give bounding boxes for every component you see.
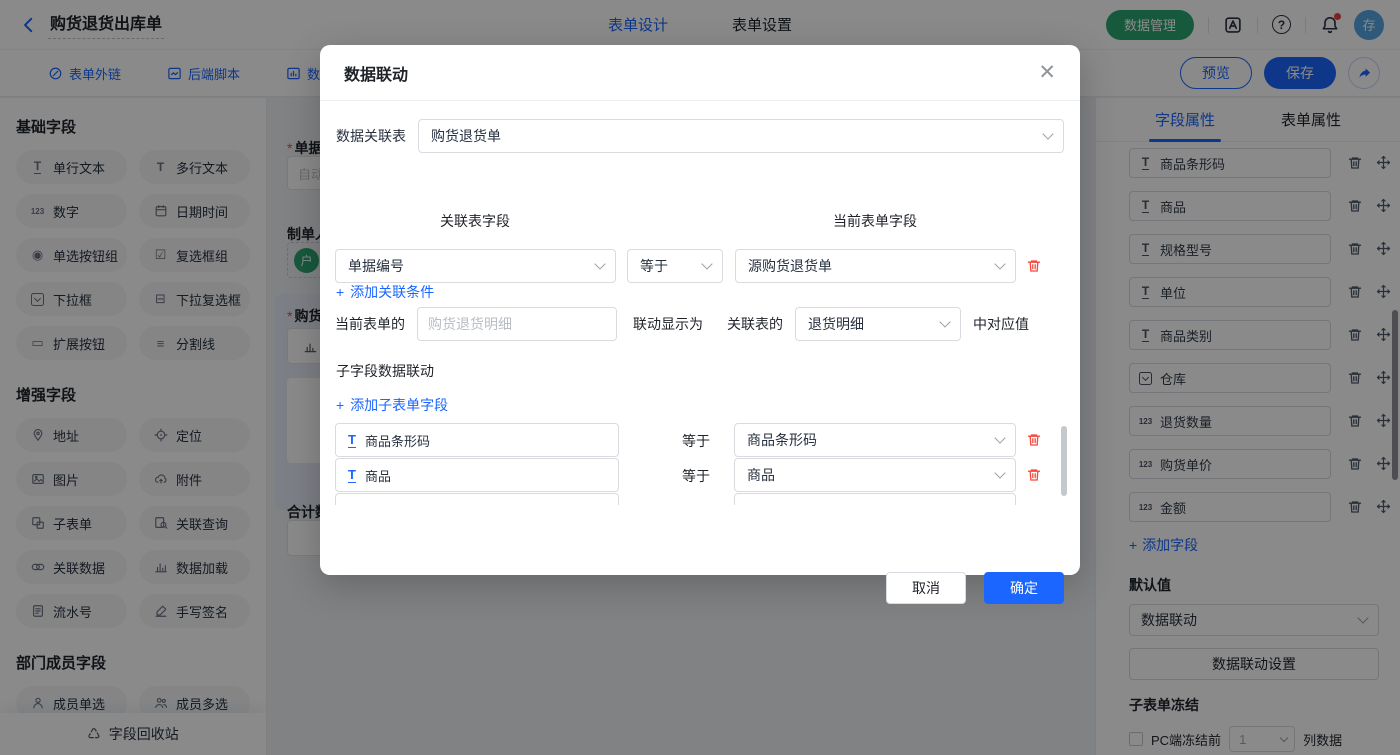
condition-operator-value: 等于: [640, 256, 668, 276]
chevron-down-icon: [1042, 128, 1053, 139]
condition-field-value: 单据编号: [348, 256, 404, 276]
subfield-target-select[interactable]: 商品条形码: [734, 423, 1016, 457]
delete-subfield-icon[interactable]: [1026, 432, 1042, 448]
form-designer-page: 购货退货出库单 表单设计 表单设置 数据管理 ? 存 表单外链: [0, 0, 1400, 755]
plus-icon: +: [336, 397, 344, 413]
modal-footer: 取消 确定: [886, 572, 1064, 604]
relate-table-value: 购货退货单: [431, 126, 501, 146]
subfield-mapping-row: T 商品条形码 等于 商品条形码: [320, 423, 1080, 457]
subfield-target-select[interactable]: 商品: [734, 458, 1016, 492]
add-condition-label: 添加关联条件: [350, 282, 434, 302]
confirm-button[interactable]: 确定: [984, 572, 1064, 604]
subfield-mapping-list: T 商品条形码 等于 商品条形码 T 商品 等于 商品: [320, 423, 1080, 505]
chevron-down-icon: [701, 258, 712, 269]
operator-label: 等于: [682, 466, 710, 486]
cancel-button[interactable]: 取消: [886, 572, 966, 604]
relate-table-label: 数据关联表: [336, 126, 406, 146]
close-icon[interactable]: ✕: [1038, 62, 1056, 83]
relate-table-row: 数据关联表 购货退货单: [336, 119, 1064, 153]
modal-body: 数据关联表 购货退货单 关联表字段 当前表单字段 单据编号 等于 源购货退货单 …: [320, 101, 1080, 575]
condition-target-select[interactable]: 源购货退货单: [735, 249, 1016, 283]
display-link-label: 联动显示为: [633, 314, 703, 334]
display-table-prefix-label: 关联表的: [727, 314, 783, 334]
chevron-down-icon: [994, 467, 1005, 478]
chevron-down-icon: [994, 258, 1005, 269]
condition-field-select[interactable]: 单据编号: [335, 249, 616, 283]
display-setting-row: 当前表单的 联动显示为 关联表的 退货明细 中对应值: [335, 307, 1065, 341]
display-target-select[interactable]: 退货明细: [795, 307, 961, 341]
modal-title: 数据联动: [344, 61, 408, 85]
operator-label: 等于: [682, 431, 710, 451]
subfield-target-value: 商品条形码: [747, 430, 817, 450]
plus-icon: +: [336, 284, 344, 300]
left-column-header: 关联表字段: [440, 211, 510, 231]
modal-scrollbar[interactable]: [1061, 426, 1067, 496]
subfield-source-box[interactable]: T 商品条形码: [335, 423, 619, 457]
single-text-icon: T: [348, 433, 356, 448]
delete-condition-icon[interactable]: [1026, 258, 1042, 274]
subfield-section-title: 子字段数据联动: [336, 361, 434, 381]
add-condition-link[interactable]: + 添加关联条件: [336, 282, 434, 302]
display-field-input[interactable]: [417, 307, 617, 341]
subfield-source-box[interactable]: T 商品: [335, 458, 619, 492]
chevron-down-icon: [594, 258, 605, 269]
right-column-header: 当前表单字段: [833, 211, 917, 231]
modal-header: 数据联动 ✕: [320, 45, 1080, 101]
chevron-down-icon: [939, 316, 950, 327]
chevron-down-icon: [994, 432, 1005, 443]
subfield-mapping-row-clipped: [320, 493, 1080, 505]
condition-target-value: 源购货退货单: [748, 256, 832, 276]
add-subfield-label: 添加子表单字段: [350, 395, 448, 415]
display-target-value: 退货明细: [808, 314, 864, 334]
subfield-mapping-row: T 商品 等于 商品: [320, 458, 1080, 492]
condition-operator-select[interactable]: 等于: [627, 249, 723, 283]
subfield-source-label: 商品条形码: [365, 431, 430, 450]
subfield-target-value: 商品: [747, 465, 775, 485]
subfield-target-select[interactable]: [734, 493, 1016, 505]
subfield-source-label: 商品: [365, 466, 391, 485]
data-linkage-modal: 数据联动 ✕ 数据关联表 购货退货单 关联表字段 当前表单字段 单据编号 等于 …: [320, 45, 1080, 575]
single-text-icon: T: [348, 468, 356, 483]
subfield-source-box[interactable]: [335, 493, 619, 505]
relate-table-select[interactable]: 购货退货单: [418, 119, 1064, 153]
display-suffix-label: 中对应值: [973, 314, 1029, 334]
display-prefix-label: 当前表单的: [335, 314, 405, 334]
delete-subfield-icon[interactable]: [1026, 467, 1042, 483]
add-subfield-link[interactable]: + 添加子表单字段: [336, 395, 448, 415]
